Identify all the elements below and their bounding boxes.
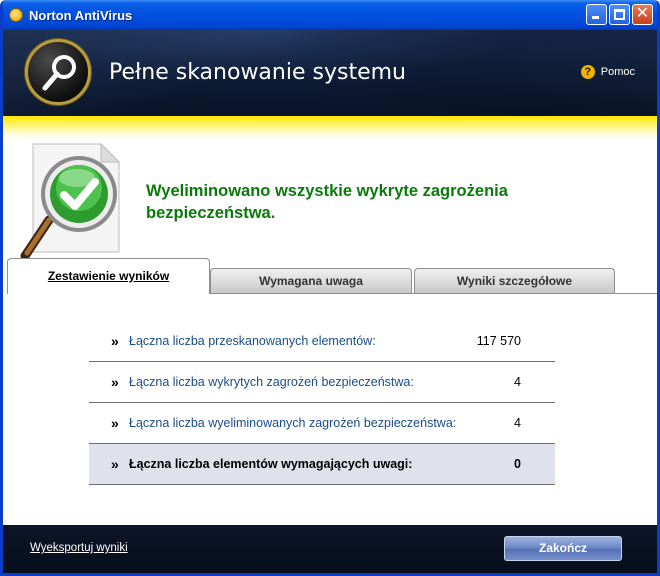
chevron-right-icon: » xyxy=(111,456,119,472)
result-value: 117 570 xyxy=(476,334,521,348)
scan-magnifier-icon xyxy=(25,39,91,105)
results-summary-table: » Łączna liczba przeskanowanych elementó… xyxy=(89,321,555,485)
tab-summary[interactable]: Zestawienie wyników xyxy=(7,258,210,294)
magnifier-checkmark-icon xyxy=(20,142,121,261)
chevron-right-icon: » xyxy=(111,415,119,431)
result-label[interactable]: Łączna liczba wykrytych zagrożeń bezpiec… xyxy=(129,375,414,389)
minimize-icon xyxy=(592,16,599,19)
window-controls: ✕ xyxy=(586,4,653,25)
result-row-eliminated: » Łączna liczba wyeliminowanych zagrożeń… xyxy=(89,403,555,444)
help-label: Pomoc xyxy=(600,66,635,78)
result-row-detected: » Łączna liczba wykrytych zagrożeń bezpi… xyxy=(89,362,555,403)
tab-attention-required[interactable]: Wymagana uwaga xyxy=(210,268,412,293)
close-icon: ✕ xyxy=(635,5,650,22)
result-row-attention: » Łączna liczba elementów wymagających u… xyxy=(89,444,555,485)
help-question-icon: ? xyxy=(580,65,595,79)
result-row-scanned: » Łączna liczba przeskanowanych elementó… xyxy=(89,321,555,362)
minimize-button[interactable] xyxy=(586,4,607,25)
result-value: 4 xyxy=(514,375,521,389)
maximize-button[interactable] xyxy=(609,4,630,25)
window-title: Norton AntiVirus xyxy=(29,7,133,23)
accent-band xyxy=(3,116,657,140)
page-title: Pełne skanowanie systemu xyxy=(109,60,406,85)
finish-button[interactable]: Zakończ xyxy=(504,536,622,561)
result-label[interactable]: Łączna liczba przeskanowanych elementów: xyxy=(129,334,376,348)
footer-bar: Wyeksportuj wyniki Zakończ xyxy=(3,525,657,573)
result-value: 4 xyxy=(514,416,521,430)
status-message: Wyeliminowano wszystkie wykryte zagrożen… xyxy=(146,182,508,222)
chevron-right-icon: » xyxy=(111,333,119,349)
result-label: Łączna liczba elementów wymagających uwa… xyxy=(129,457,413,471)
header-banner: Pełne skanowanie systemu ? Pomoc xyxy=(3,30,657,116)
result-value: 0 xyxy=(514,457,521,471)
close-button[interactable]: ✕ xyxy=(632,4,653,25)
norton-app-icon xyxy=(9,8,23,22)
export-results-link[interactable]: Wyeksportuj wyniki xyxy=(30,542,128,554)
tab-detailed-results[interactable]: Wyniki szczegółowe xyxy=(414,268,615,293)
title-bar[interactable]: Norton AntiVirus ✕ xyxy=(3,0,657,30)
help-link[interactable]: ? Pomoc xyxy=(580,65,635,79)
maximize-icon xyxy=(614,9,625,20)
result-label[interactable]: Łączna liczba wyeliminowanych zagrożeń b… xyxy=(129,416,456,430)
app-window: Norton AntiVirus ✕ Pełne skanowanie syst… xyxy=(0,0,660,576)
chevron-right-icon: » xyxy=(111,374,119,390)
